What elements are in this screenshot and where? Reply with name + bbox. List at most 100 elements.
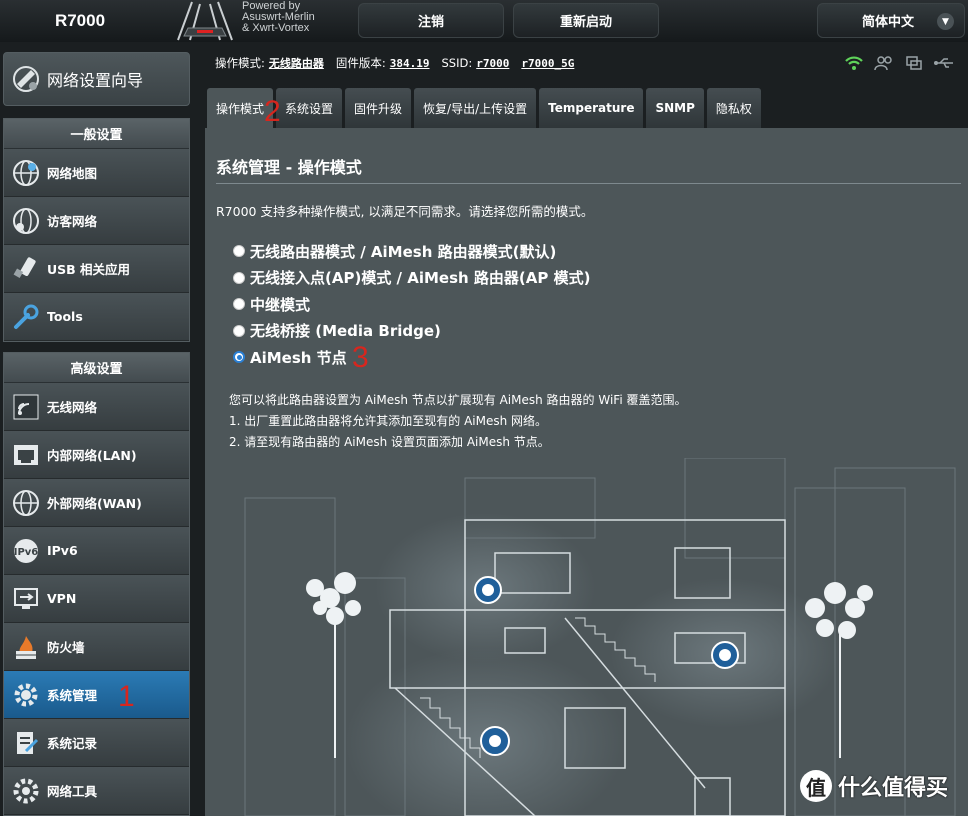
sidebar-item-firewall[interactable]: 防火墙 [4,623,189,671]
gear-icon [10,679,42,711]
firewall-icon [10,631,42,663]
mode-option-label: 无线路由器模式 / AiMesh 路由器模式(默认) [250,242,557,261]
sidebar-item-label: Tools [47,309,83,324]
quick-setup-button[interactable]: 网络设置向导 [3,52,190,106]
sidebar-item-label: 内部网络(LAN) [47,448,137,463]
mode-option-repeater[interactable]: 中继模式 [233,291,590,318]
aimesh-description: 您可以将此路由器设置为 AiMesh 节点以扩展现有 AiMesh 路由器的 W… [229,390,686,453]
general-settings-header: 一般设置 [4,119,189,149]
status-icons [844,54,954,72]
mode-option-media-bridge[interactable]: 无线桥接 (Media Bridge) [233,318,590,345]
sidebar-item-network-map[interactable]: 网络地图 [4,149,189,197]
mode-option-access-point[interactable]: 无线接入点(AP)模式 / AiMesh 路由器(AP 模式) [233,265,590,292]
title-divider [216,183,961,184]
radio-button[interactable] [233,324,245,337]
ssid-5g-link[interactable]: r7000_5G [521,57,574,70]
logout-button[interactable]: 注销 [358,3,504,38]
content-panel: 系统管理 - 操作模式 R7000 支持多种操作模式, 以满足不同需求。请选择您… [205,128,968,816]
mode-option-label: AiMesh 节点 [250,348,347,367]
sidebar-item-label: IPv6 [47,543,78,558]
quick-setup-label: 网络设置向导 [47,71,144,90]
firmware-label: 固件版本: [335,56,386,70]
watermark: 值 什么值得买 [800,770,948,802]
sidebar-item-wan[interactable]: 外部网络(WAN) [4,479,189,527]
ssid-2g-link[interactable]: r7000 [476,57,509,70]
network-tools-icon [10,775,42,807]
usb-icon [10,253,42,285]
tab-firmware-upgrade[interactable]: 固件升级 [345,88,412,128]
sidebar-item-label: VPN [47,591,77,606]
model-name: R7000 [54,11,106,30]
tab-temperature[interactable]: Temperature [539,88,644,128]
sidebar-item-guest-network[interactable]: 访客网络 [4,197,189,245]
router-logo [170,0,240,42]
guest-network-icon [10,205,42,237]
sidebar-item-label: 访客网络 [47,214,98,229]
wifi-status-icon[interactable] [844,54,864,72]
clients-icon[interactable] [874,54,894,72]
svg-text:IPv6: IPv6 [14,547,39,558]
description-line: 您可以将此路由器设置为 AiMesh 节点以扩展现有 AiMesh 路由器的 W… [229,393,687,407]
mode-option-aimesh-node[interactable]: AiMesh 节点 [233,344,590,371]
sidebar-item-label: 无线网络 [47,400,98,415]
annotation-number: 1 [118,680,135,713]
system-log-icon [10,727,42,759]
admin-tabs: 操作模式 系统设置 固件升级 恢复/导出/上传设置 Temperature SN… [207,88,761,128]
vpn-icon [10,583,42,615]
mode-option-label: 无线接入点(AP)模式 / AiMesh 路由器(AP 模式) [250,269,591,288]
radio-button[interactable] [233,245,245,258]
tab-privacy[interactable]: 隐私权 [706,88,761,128]
sidebar-item-ipv6[interactable]: IPv6 IPv6 [4,527,189,575]
watermark-logo-icon: 值 [800,770,832,802]
usb-status-icon[interactable] [934,54,954,72]
annotation-number: 2 [264,95,281,128]
page-title: 系统管理 - 操作模式 [216,158,362,177]
link-status-icon[interactable] [904,54,924,72]
sidebar-item-usb[interactable]: USB 相关应用 [4,245,189,293]
sidebar-item-vpn[interactable]: VPN [4,575,189,623]
general-settings-menu: 一般设置 网络地图 访客网络 USB 相关应用 Tools [3,118,190,342]
wrench-icon [10,301,42,333]
sidebar-item-label: USB 相关应用 [47,262,131,277]
sidebar-item-administration[interactable]: 系统管理 [4,671,189,719]
sidebar-item-label: 防火墙 [47,640,85,655]
lan-icon [10,439,42,471]
aimesh-house-illustration [235,457,968,816]
ipv6-icon: IPv6 [10,535,42,567]
radio-button-selected[interactable] [233,351,245,364]
sidebar-item-label: 系统管理 [47,688,98,703]
setup-wizard-icon [10,63,42,95]
sidebar-item-label: 系统记录 [47,736,98,751]
watermark-text: 什么值得买 [838,776,949,801]
radio-button[interactable] [233,298,245,311]
sidebar-item-label: 外部网络(WAN) [47,496,142,511]
tab-snmp[interactable]: SNMP [646,88,704,128]
sidebar-item-label: 网络工具 [47,784,98,799]
status-info-bar: 操作模式: 无线路由器 固件版本: 384.19 SSID: r7000 r70… [205,42,968,84]
sidebar-item-tools[interactable]: Tools [4,293,189,341]
operation-mode-options: 无线路由器模式 / AiMesh 路由器模式(默认) 无线接入点(AP)模式 /… [233,238,590,371]
sidebar-item-wireless[interactable]: 无线网络 [4,383,189,431]
reboot-button[interactable]: 重新启动 [513,3,659,38]
tab-system[interactable]: 系统设置 [276,88,343,128]
wan-globe-icon [10,487,42,519]
advanced-settings-menu: 高级设置 无线网络 内部网络(LAN) 外部网络(WAN) IPv6 IPv6 … [3,352,190,816]
sidebar-item-network-tools[interactable]: 网络工具 [4,767,189,815]
powered-by-line: & Xwrt-Vortex [242,22,310,34]
advanced-settings-header: 高级设置 [4,353,189,383]
mode-option-label: 无线桥接 (Media Bridge) [250,322,441,341]
wireless-icon [10,391,42,423]
language-select[interactable]: 简体中文 ▼ [817,3,965,38]
top-banner: R7000 Powered by Asuswrt-Merlin & Xwrt-V… [0,0,968,42]
firmware-link[interactable]: 384.19 [390,57,430,70]
radio-button[interactable] [233,271,245,284]
mode-label: 操作模式: [215,56,265,70]
sidebar-item-lan[interactable]: 内部网络(LAN) [4,431,189,479]
tab-restore-save-upload[interactable]: 恢复/导出/上传设置 [414,88,537,128]
sidebar-item-system-log[interactable]: 系统记录 [4,719,189,767]
mode-option-wireless-router[interactable]: 无线路由器模式 / AiMesh 路由器模式(默认) [233,238,590,265]
globe-map-icon [10,157,42,189]
description-line: 2. 请至现有路由器的 AiMesh 设置页面添加 AiMesh 节点。 [229,435,550,449]
mode-link[interactable]: 无线路由器 [269,55,324,71]
language-label: 简体中文 [862,15,915,30]
